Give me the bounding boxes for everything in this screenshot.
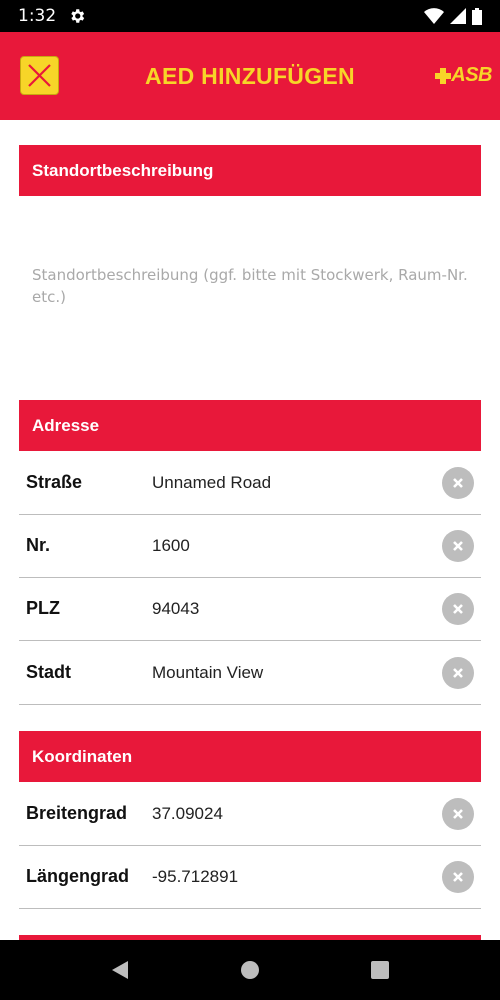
street-input[interactable]: [152, 472, 442, 493]
home-icon[interactable]: [240, 960, 260, 980]
close-icon: [28, 64, 51, 87]
description-area: [19, 196, 481, 400]
clear-icon: [453, 667, 463, 678]
field-row-street: Straße: [19, 451, 481, 515]
street-label: Straße: [26, 472, 83, 492]
field-row-number: Nr.: [19, 514, 481, 578]
battery-icon: [472, 7, 482, 25]
clear-icon: [453, 603, 463, 614]
zip-input[interactable]: [152, 598, 442, 619]
recents-icon[interactable]: [370, 960, 390, 980]
status-time: 1:32: [18, 6, 57, 26]
brand-logo-text: ASB: [451, 64, 492, 86]
city-label: Stadt: [26, 662, 71, 682]
latitude-input[interactable]: [152, 803, 442, 824]
clear-icon: [453, 477, 463, 488]
signal-icon: [450, 8, 466, 24]
app-bar: AED HINZUFÜGEN ASB: [0, 32, 500, 120]
number-label: Nr.: [26, 535, 51, 555]
cross-logo-icon: [435, 67, 452, 84]
clear-street-button[interactable]: [442, 466, 474, 499]
description-input[interactable]: [32, 264, 468, 384]
navigation-bar: [0, 940, 500, 1000]
back-icon[interactable]: [110, 960, 130, 980]
clear-zip-button[interactable]: [442, 592, 474, 625]
gear-icon: [71, 9, 85, 23]
clear-icon: [453, 808, 463, 819]
field-row-city: Stadt: [19, 641, 481, 705]
close-button[interactable]: [20, 56, 59, 95]
field-row-zip: PLZ: [19, 577, 481, 641]
city-input[interactable]: [152, 662, 442, 683]
zip-label: PLZ: [26, 598, 60, 618]
latitude-label: Breitengrad: [26, 803, 128, 823]
clear-longitude-button[interactable]: [442, 860, 474, 893]
section-header-description: Standortbeschreibung: [19, 145, 481, 196]
clear-icon: [453, 540, 463, 551]
field-row-latitude: Breitengrad: [19, 782, 481, 846]
section-header-coordinates: Koordinaten: [19, 731, 481, 782]
clear-city-button[interactable]: [442, 656, 474, 689]
longitude-label: Längengrad: [26, 866, 130, 886]
field-row-longitude: Längengrad: [19, 845, 481, 909]
status-bar: 1:32: [0, 0, 500, 32]
brand-logo: ASB: [435, 64, 492, 87]
clear-number-button[interactable]: [442, 529, 474, 562]
number-input[interactable]: [152, 535, 442, 556]
section-header-address: Adresse: [19, 400, 481, 451]
wifi-icon: [424, 8, 444, 24]
clear-latitude-button[interactable]: [442, 797, 474, 830]
longitude-input[interactable]: [152, 866, 442, 887]
page-title: AED HINZUFÜGEN: [145, 62, 355, 89]
clear-icon: [453, 871, 463, 882]
